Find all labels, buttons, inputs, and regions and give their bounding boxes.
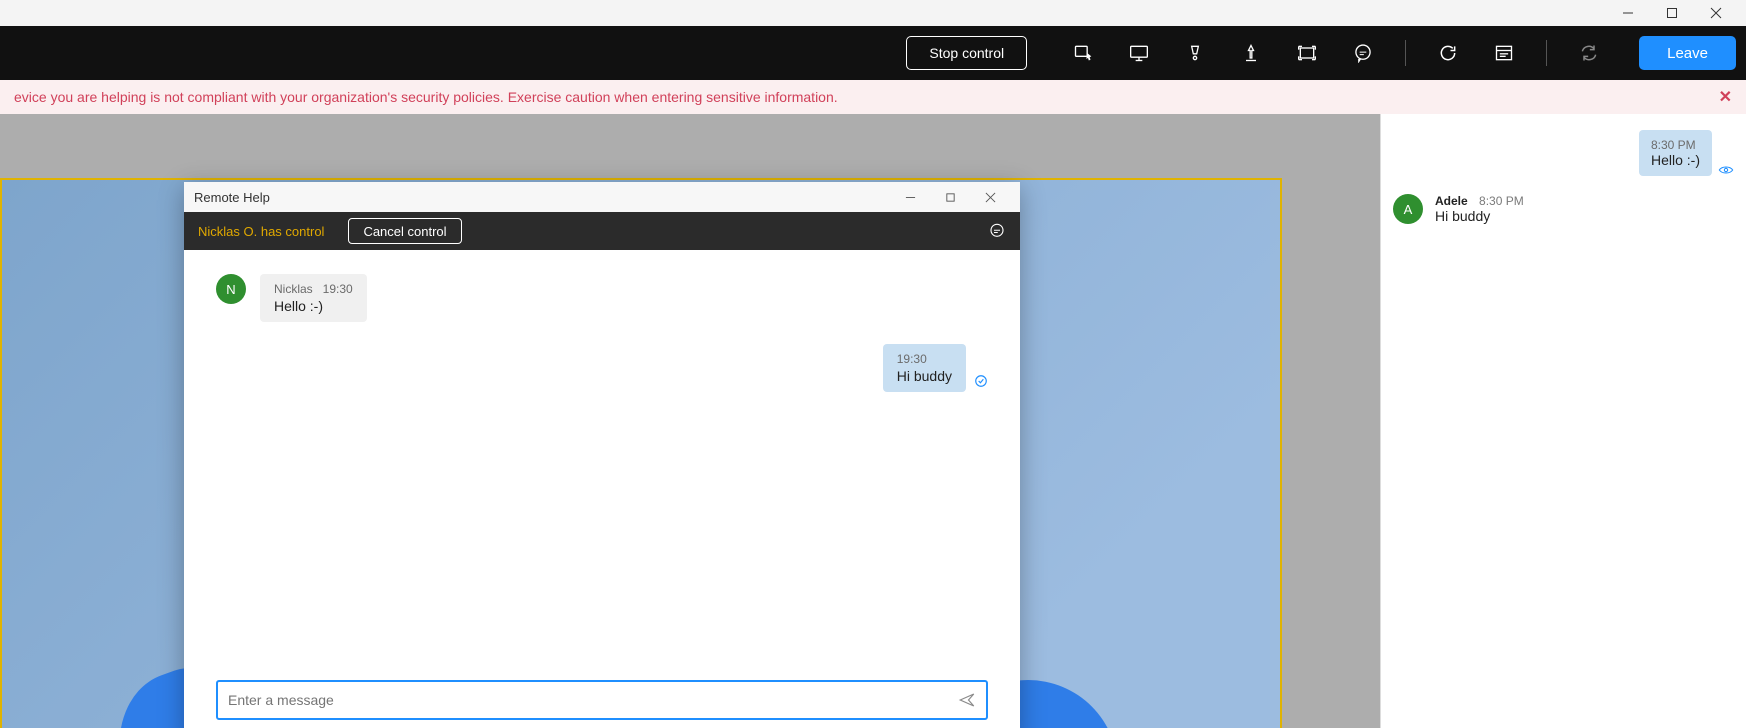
monitor-icon[interactable]	[1117, 31, 1161, 75]
message-input[interactable]	[228, 692, 958, 708]
chat-bubble: Nicklas 19:30 Hello :-)	[260, 274, 367, 322]
chat-input-row	[184, 680, 1020, 728]
chat-message: 19:30 Hi buddy	[216, 344, 988, 392]
message-time: 19:30	[897, 352, 927, 366]
sync-icon[interactable]	[1567, 31, 1611, 75]
leave-button[interactable]: Leave	[1639, 36, 1736, 70]
chat-bubble: 8:30 PM Hello :-)	[1639, 130, 1712, 176]
actual-size-icon[interactable]	[1285, 31, 1329, 75]
avatar: A	[1393, 194, 1423, 224]
remote-help-window[interactable]: Remote Help Nicklas O. has control Cance…	[184, 182, 1020, 728]
avatar: N	[216, 274, 246, 304]
read-receipt-icon	[974, 374, 988, 388]
compliance-warning-banner: evice you are helping is not compliant w…	[0, 80, 1746, 114]
cancel-control-button[interactable]: Cancel control	[348, 218, 461, 244]
sender-name: Adele	[1435, 194, 1468, 208]
toolbar-separator	[1546, 40, 1547, 66]
remote-desktop[interactable]: Remote Help Nicklas O. has control Cance…	[0, 178, 1282, 728]
message-time: 8:30 PM	[1651, 138, 1700, 152]
chat-message: 8:30 PM Hello :-)	[1393, 130, 1734, 176]
request-control-icon[interactable]	[1061, 31, 1105, 75]
message-time: 19:30	[323, 282, 353, 296]
message-body: Hello :-)	[1651, 152, 1700, 168]
outer-window-titlebar	[0, 0, 1746, 26]
chat-message: N Nicklas 19:30 Hello :-)	[216, 274, 988, 322]
stop-control-button[interactable]: Stop control	[906, 36, 1027, 70]
message-time: 8:30 PM	[1479, 194, 1524, 208]
remote-help-chat: N Nicklas 19:30 Hello :-) 19:30	[184, 250, 1020, 680]
chat-icon[interactable]	[1341, 31, 1385, 75]
sender-name: Nicklas	[274, 282, 313, 296]
laser-pointer-icon[interactable]	[1173, 31, 1217, 75]
close-button[interactable]	[1694, 0, 1738, 26]
chat-bubble: 19:30 Hi buddy	[883, 344, 966, 392]
rh-maximize-button[interactable]	[930, 182, 970, 212]
chat-input-container[interactable]	[216, 680, 988, 720]
content-row: Remote Help Nicklas O. has control Cance…	[0, 114, 1746, 728]
message-body: Hi buddy	[897, 368, 952, 384]
chat-icon[interactable]	[988, 222, 1006, 240]
control-status-text: Nicklas O. has control	[198, 224, 324, 239]
chat-message: A Adele 8:30 PM Hi buddy	[1393, 194, 1734, 224]
refresh-icon[interactable]	[1426, 31, 1470, 75]
window-title: Remote Help	[194, 190, 890, 205]
toolbar-separator	[1405, 40, 1406, 66]
warning-text: evice you are helping is not compliant w…	[14, 89, 1719, 105]
rh-minimize-button[interactable]	[890, 182, 930, 212]
minimize-button[interactable]	[1606, 0, 1650, 26]
remote-screen-area[interactable]: Remote Help Nicklas O. has control Cance…	[0, 114, 1380, 728]
side-chat-panel: 8:30 PM Hello :-) A Adele 8:30 PM Hi bud…	[1380, 114, 1746, 728]
message-body: Hi buddy	[1435, 208, 1524, 224]
maximize-button[interactable]	[1650, 0, 1694, 26]
annotate-icon[interactable]	[1229, 31, 1273, 75]
rh-close-button[interactable]	[970, 182, 1010, 212]
seen-icon	[1718, 164, 1734, 176]
send-icon[interactable]	[958, 691, 976, 709]
remote-help-titlebar[interactable]: Remote Help	[184, 182, 1020, 212]
session-toolbar: Stop control Leave	[0, 26, 1746, 80]
remote-help-controlbar: Nicklas O. has control Cancel control	[184, 212, 1020, 250]
message-body: Hello :-)	[274, 298, 353, 314]
details-icon[interactable]	[1482, 31, 1526, 75]
close-warning-button[interactable]: ✕	[1719, 87, 1732, 107]
